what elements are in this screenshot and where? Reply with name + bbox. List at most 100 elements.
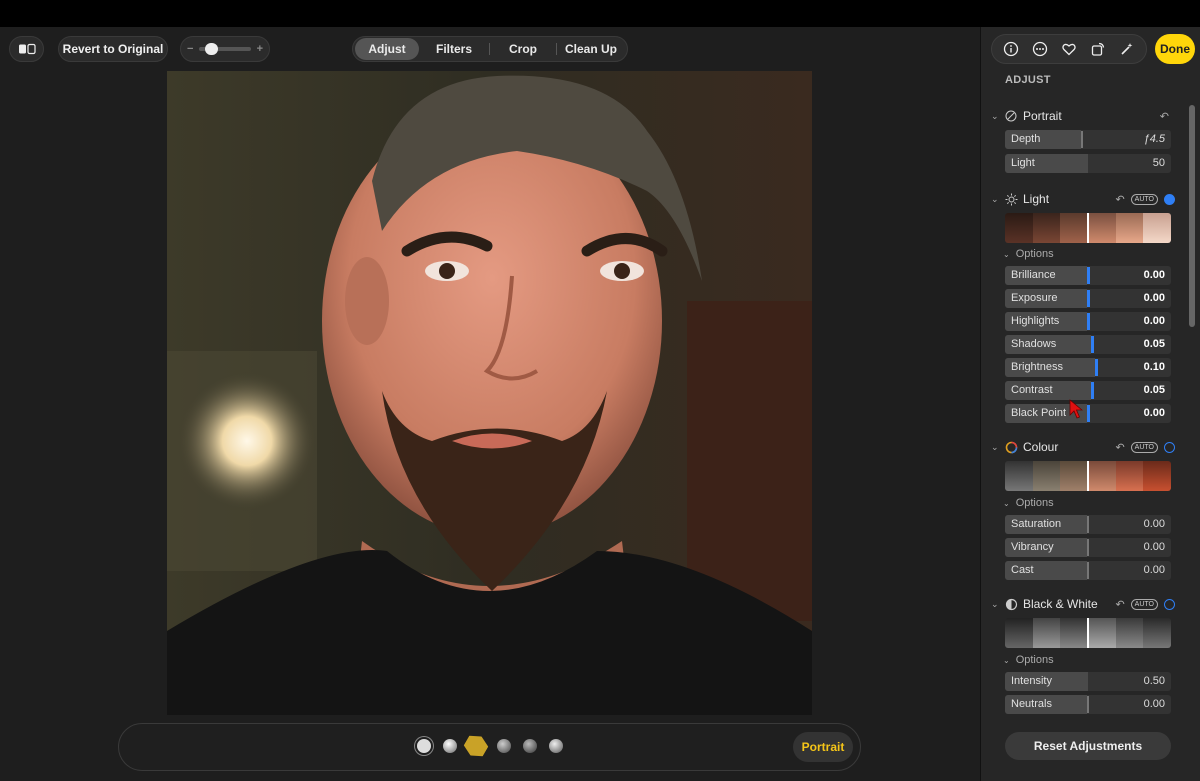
strip-cursor[interactable]: [1087, 213, 1089, 243]
sun-icon: [1003, 191, 1019, 207]
preview-thumb: [1060, 213, 1089, 243]
enable-toggle[interactable]: [1164, 441, 1175, 453]
slider-marker: [1087, 267, 1090, 284]
undo-icon[interactable]: ↶: [1115, 193, 1124, 206]
slider-value: 0.00: [1143, 564, 1165, 576]
slider-marker: [1087, 313, 1090, 330]
preview-thumb: [1032, 461, 1061, 491]
sidebar-toolbar: Done: [981, 27, 1200, 71]
chevron-down-icon[interactable]: ⌄: [991, 442, 1003, 453]
natural-light-icon[interactable]: [417, 739, 431, 753]
auto-button[interactable]: AUTO: [1130, 441, 1158, 453]
info-icon[interactable]: [1001, 39, 1021, 59]
compare-toggle-button[interactable]: [9, 36, 44, 62]
slider-label: Highlights: [1011, 315, 1060, 327]
stage-mono-icon[interactable]: [523, 739, 537, 753]
slider-value: 0.00: [1143, 269, 1165, 281]
preview-thumb: [1115, 618, 1144, 648]
enable-toggle[interactable]: [1164, 193, 1175, 205]
preview-thumb: [1115, 213, 1144, 243]
undo-icon[interactable]: ↶: [1115, 441, 1124, 454]
preview-thumb: [1115, 461, 1144, 491]
done-button[interactable]: Done: [1155, 34, 1195, 64]
undo-icon[interactable]: ↶: [1160, 110, 1169, 123]
black-white-options-toggle[interactable]: ⌄ Options: [1003, 654, 1054, 666]
slider-label: Black Point: [1011, 407, 1067, 419]
intensity-slider[interactable]: Intensity 0.50: [1005, 672, 1171, 691]
tab-filters[interactable]: Filters: [419, 38, 489, 60]
auto-button[interactable]: AUTO: [1130, 598, 1158, 610]
contrast-slider[interactable]: Contrast 0.05: [1005, 381, 1171, 400]
light-preview-strip[interactable]: [1005, 213, 1171, 243]
heart-icon[interactable]: [1059, 39, 1079, 59]
slider-value: 0.00: [1143, 407, 1165, 419]
photo-canvas[interactable]: [167, 71, 812, 715]
chevron-down-icon[interactable]: ⌄: [991, 194, 1003, 205]
zoom-out-icon[interactable]: −: [187, 43, 193, 55]
zoom-knob[interactable]: [205, 43, 219, 55]
preview-thumb: [1088, 461, 1116, 491]
strip-cursor[interactable]: [1087, 461, 1089, 491]
preview-thumb: [1143, 461, 1171, 491]
light-options-toggle[interactable]: ⌄ Options: [1003, 248, 1054, 260]
zoom-in-icon[interactable]: +: [257, 43, 263, 55]
slider-marker: [1091, 336, 1094, 353]
colour-preview-strip[interactable]: [1005, 461, 1171, 491]
colour-section-header[interactable]: ⌄ Colour ↶ AUTO: [991, 438, 1175, 456]
depth-slider[interactable]: Depth ƒ4.5: [1005, 130, 1171, 149]
slider-value: ƒ4.5: [1143, 133, 1165, 145]
adjust-sidebar: Done ADJUST ⌄ Portrait ↶ Depth ƒ4.5 Ligh…: [980, 27, 1200, 781]
more-icon[interactable]: [1030, 39, 1050, 59]
slider-value: 0.05: [1143, 338, 1165, 350]
undo-icon[interactable]: ↶: [1115, 598, 1124, 611]
revert-to-original-button[interactable]: Revert to Original: [58, 36, 168, 62]
highlights-slider[interactable]: Highlights 0.00: [1005, 312, 1171, 331]
tab-clean-up[interactable]: Clean Up: [557, 38, 625, 60]
brilliance-slider[interactable]: Brilliance 0.00: [1005, 266, 1171, 285]
contour-light-icon[interactable]: [461, 731, 491, 761]
colour-options-toggle[interactable]: ⌄ Options: [1003, 497, 1054, 509]
tab-crop[interactable]: Crop: [490, 38, 556, 60]
slider-marker: [1087, 539, 1089, 556]
black-white-section-header[interactable]: ⌄ Black & White ↶ AUTO: [991, 595, 1175, 613]
slider-value: 0.10: [1143, 361, 1165, 373]
slider-label: Brilliance: [1011, 269, 1056, 281]
chevron-down-icon: ⌄: [1003, 498, 1010, 508]
black-white-preview-strip[interactable]: [1005, 618, 1171, 648]
chevron-down-icon[interactable]: ⌄: [991, 111, 1003, 122]
sidebar-scrollbar[interactable]: [1189, 105, 1195, 327]
enable-toggle[interactable]: [1164, 598, 1175, 610]
chevron-down-icon[interactable]: ⌄: [991, 599, 1003, 610]
saturation-slider[interactable]: Saturation 0.00: [1005, 515, 1171, 534]
slider-label: Light: [1011, 157, 1035, 169]
split-view-icon: [18, 43, 36, 55]
magic-wand-icon[interactable]: [1117, 39, 1137, 59]
strip-cursor[interactable]: [1087, 618, 1089, 648]
light-section-header[interactable]: ⌄ Light ↶ AUTO: [991, 190, 1175, 208]
slider-value: 0.00: [1143, 518, 1165, 530]
slider-value: 0.00: [1143, 541, 1165, 553]
high-key-mono-icon[interactable]: [549, 739, 563, 753]
slider-label: Vibrancy: [1011, 541, 1054, 553]
preview-thumb: [1032, 618, 1061, 648]
brightness-slider[interactable]: Brightness 0.10: [1005, 358, 1171, 377]
reset-adjustments-button[interactable]: Reset Adjustments: [1005, 732, 1171, 760]
rotate-icon[interactable]: [1088, 39, 1108, 59]
tab-adjust[interactable]: Adjust: [355, 38, 419, 60]
studio-light-icon[interactable]: [443, 739, 457, 753]
cast-slider[interactable]: Cast 0.00: [1005, 561, 1171, 580]
slider-marker: [1087, 562, 1089, 579]
exposure-slider[interactable]: Exposure 0.00: [1005, 289, 1171, 308]
neutrals-slider[interactable]: Neutrals 0.00: [1005, 695, 1171, 714]
zoom-track[interactable]: [199, 43, 251, 55]
shadows-slider[interactable]: Shadows 0.05: [1005, 335, 1171, 354]
stage-light-icon[interactable]: [497, 739, 511, 753]
portrait-toggle-button[interactable]: Portrait: [793, 732, 853, 762]
zoom-slider[interactable]: − +: [180, 36, 270, 62]
auto-button[interactable]: AUTO: [1130, 193, 1158, 205]
portrait-section-header[interactable]: ⌄ Portrait ↶: [991, 107, 1175, 125]
black-point-slider[interactable]: Black Point 0.00: [1005, 404, 1171, 423]
chevron-down-icon: ⌄: [1003, 249, 1010, 259]
light-intensity-slider[interactable]: Light 50: [1005, 154, 1171, 173]
vibrancy-slider[interactable]: Vibrancy 0.00: [1005, 538, 1171, 557]
